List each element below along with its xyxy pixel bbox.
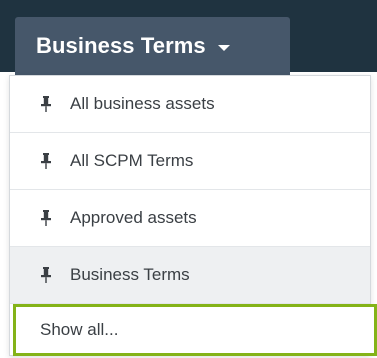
menu-item-all-business-assets[interactable]: All business assets bbox=[10, 76, 370, 133]
show-all-label: Show all... bbox=[40, 320, 119, 339]
pin-icon bbox=[41, 210, 51, 226]
menu-item-label: Approved assets bbox=[70, 208, 197, 227]
view-dropdown-menu: All business assets All SCPM Terms Appro… bbox=[9, 75, 377, 356]
menu-item-label: All business assets bbox=[70, 94, 215, 113]
view-selector-button[interactable]: Business Terms bbox=[15, 17, 290, 75]
menu-item-label: Business Terms bbox=[70, 265, 190, 284]
pin-icon bbox=[41, 267, 51, 283]
stage: Business Terms All business assets All S… bbox=[0, 0, 377, 358]
menu-item-all-scpm-terms[interactable]: All SCPM Terms bbox=[10, 133, 370, 190]
menu-item-label: All SCPM Terms bbox=[70, 151, 194, 170]
pin-icon bbox=[41, 96, 51, 112]
caret-down-icon bbox=[217, 44, 230, 51]
view-selector-label: Business Terms bbox=[36, 33, 206, 58]
show-all-button[interactable]: Show all... bbox=[13, 304, 377, 356]
menu-item-approved-assets[interactable]: Approved assets bbox=[10, 190, 370, 247]
menu-item-business-terms[interactable]: Business Terms bbox=[10, 247, 370, 304]
pin-icon bbox=[41, 153, 51, 169]
